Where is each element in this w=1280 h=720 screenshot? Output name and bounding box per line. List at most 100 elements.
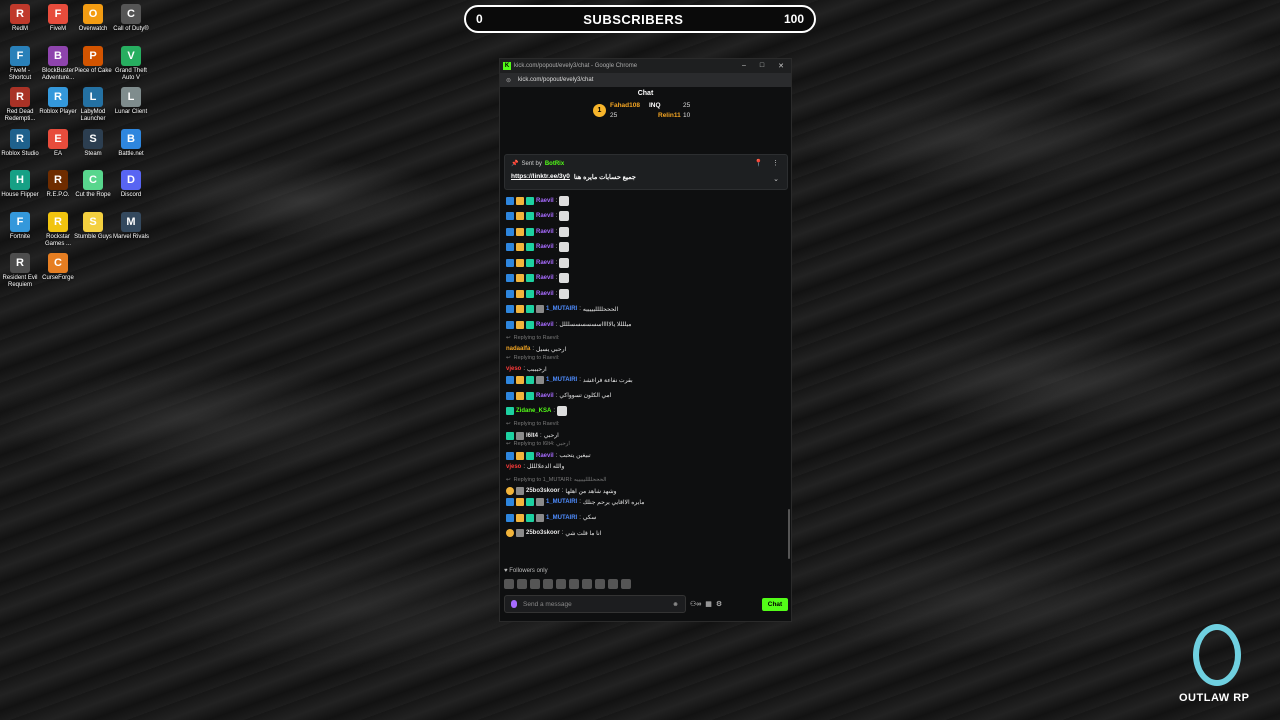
gifter-third-name[interactable]: Relin11 — [658, 112, 681, 119]
desktop-icon[interactable]: R Red Dead Redempti... — [0, 87, 40, 123]
emote[interactable] — [595, 579, 605, 589]
chat-message[interactable]: 1_MUTAIRI: سكي — [506, 512, 596, 523]
chat-username[interactable]: I6lt4 — [526, 433, 538, 439]
chat-username[interactable]: 1_MUTAIRI — [546, 515, 577, 521]
chat-username[interactable]: 1_MUTAIRI — [546, 499, 577, 505]
desktop-icon[interactable]: R R.E.P.O. — [38, 170, 78, 199]
chat-message[interactable]: Raevil: — [506, 257, 570, 268]
send-chat-button[interactable]: Chat — [762, 597, 788, 611]
reply-context[interactable]: ↩ Replying to Raevil: — [506, 421, 559, 427]
desktop-icon[interactable]: R Resident Evil Requiem — [0, 253, 40, 289]
emote[interactable] — [569, 579, 579, 589]
chat-message[interactable]: 1_MUTAIRI: بقرت نفاعة فراغشد — [506, 375, 633, 386]
desktop-icon[interactable]: F FiveM — [38, 4, 78, 33]
close-icon[interactable]: ✕ — [778, 62, 784, 70]
gifter-second-name[interactable]: INQ — [649, 102, 661, 109]
followers-icon[interactable]: ⚇∞ — [690, 600, 701, 608]
chevron-down-icon[interactable]: ⌄ — [773, 175, 779, 183]
chat-message[interactable]: Raevil: امي الكلون تسوواكي — [506, 390, 611, 401]
chat-message[interactable]: Raevil: — [506, 288, 570, 299]
chat-username[interactable]: Raevil — [536, 322, 554, 328]
desktop-icon[interactable]: L Lunar Client — [111, 87, 151, 116]
chat-message[interactable]: 1_MUTAIRI: الحححلللليييييه — [506, 304, 618, 315]
chat-username[interactable]: vjeso — [506, 464, 521, 470]
microphone-icon[interactable] — [511, 600, 517, 608]
chat-username[interactable]: 1_MUTAIRI — [546, 306, 577, 312]
gifter-first-name[interactable]: Fahad108 — [610, 102, 640, 109]
desktop-icon[interactable]: R Roblox Studio — [0, 128, 40, 158]
chat-emote[interactable] — [559, 226, 570, 237]
emote[interactable] — [530, 579, 540, 589]
emote[interactable] — [556, 579, 566, 589]
chat-username[interactable]: Raevil — [536, 198, 554, 204]
pinned-link[interactable]: https://linktr.ee/3y0 — [511, 173, 570, 181]
reply-context[interactable]: ↩ Replying to 1_MUTAIRI: الحححلللليييييه — [506, 477, 606, 483]
emote[interactable] — [608, 579, 618, 589]
chat-message[interactable]: Raevil: — [506, 195, 570, 206]
chat-emote[interactable] — [559, 257, 570, 268]
desktop-icon[interactable]: F FiveM - Shortcut — [0, 45, 40, 82]
desktop-icon[interactable]: B BlockBuster Adventure... — [38, 45, 78, 82]
chat-message[interactable]: Raevil: تبيغين يتحبب — [506, 450, 591, 461]
chat-message[interactable]: 25bo3skoor: انا ما قلت شي — [506, 528, 601, 539]
desktop-icon[interactable]: R Roblox Player — [38, 87, 78, 116]
emoji-icon[interactable]: ☻ — [672, 601, 679, 608]
chat-message[interactable]: nadaalfa: ارحبي يسيل — [506, 344, 566, 355]
chat-username[interactable]: Zidane_KSA — [516, 408, 551, 414]
chat-message[interactable]: Raevil: — [506, 211, 570, 222]
emote[interactable] — [621, 579, 631, 589]
site-info-icon[interactable]: ⊜ — [506, 77, 514, 84]
address-bar[interactable]: ⊜ kick.com/popout/evely3/chat — [500, 73, 791, 87]
desktop-icon[interactable]: V Grand Theft Auto V — [111, 45, 151, 82]
reply-context[interactable]: ↩ Replying to Raevil: — [506, 335, 559, 341]
chat-username[interactable]: 1_MUTAIRI — [546, 377, 577, 383]
chat-message[interactable]: vjeso: والله الدعلالللل — [506, 461, 564, 472]
chat-username[interactable]: vjeso — [506, 366, 521, 372]
pinned-sender[interactable]: BotRix — [545, 161, 564, 167]
chat-message[interactable]: I6lt4: ارحبي — [506, 430, 559, 441]
message-input[interactable]: Send a message ☻ — [504, 595, 686, 613]
chat-emote[interactable] — [557, 406, 568, 416]
chat-message[interactable]: Raevil: — [506, 226, 570, 237]
maximize-icon[interactable]: □ — [760, 62, 764, 70]
desktop-icon[interactable]: R Rockstar Games ... — [38, 211, 78, 248]
chat-emote[interactable] — [559, 242, 570, 252]
emote[interactable] — [582, 579, 592, 589]
chat-message[interactable]: Raevil: — [506, 273, 570, 284]
chat-username[interactable]: Raevil — [536, 393, 554, 399]
minimize-icon[interactable]: – — [742, 62, 746, 70]
desktop-icon[interactable]: R RedM — [0, 4, 40, 33]
chat-message[interactable]: Raevil: ميللللا يالاااااسسسسسسلللل — [506, 319, 631, 330]
chat-username[interactable]: nadaalfa — [506, 346, 530, 352]
desktop-icon[interactable]: C CurseForge — [38, 253, 78, 282]
window-titlebar[interactable]: K kick.com/popout/evely3/chat - Google C… — [500, 59, 791, 73]
desktop-icon[interactable]: C Call of Duty® — [111, 4, 151, 33]
desktop-icon[interactable]: P Piece of Cake — [73, 45, 113, 75]
emote[interactable] — [504, 579, 514, 589]
chat-username[interactable]: Raevil — [536, 275, 554, 281]
chat-emote[interactable] — [559, 288, 570, 299]
chat-emote[interactable] — [559, 211, 570, 221]
chat-emote[interactable] — [559, 195, 570, 206]
emote[interactable] — [543, 579, 553, 589]
desktop-icon[interactable]: S Steam — [73, 128, 113, 158]
reply-context[interactable]: ↩ Replying to Raevil: — [506, 355, 559, 361]
chat-username[interactable]: Raevil — [536, 229, 554, 235]
chat-username[interactable]: 25bo3skoor — [526, 530, 560, 536]
desktop-icon[interactable]: H House Flipper — [0, 170, 40, 199]
chat-message[interactable]: Raevil: — [506, 242, 570, 253]
desktop-icon[interactable]: F Fortnite — [0, 211, 40, 241]
chat-username[interactable]: Raevil — [536, 244, 554, 250]
chat-message[interactable]: 1_MUTAIRI: مايره الااقايي يرحم جنلك — [506, 497, 644, 508]
settings-gear-icon[interactable]: ⚙ — [716, 600, 722, 608]
desktop-icon[interactable]: E EA — [38, 128, 78, 158]
desktop-icon[interactable]: O Overwatch — [73, 4, 113, 33]
reply-context[interactable]: ↩ Replying to I6lt4: ارحبي — [506, 441, 570, 447]
more-options-icon[interactable]: ⋮ — [772, 159, 779, 167]
desktop-icon[interactable]: S Stumble Guys — [73, 211, 113, 241]
desktop-icon[interactable]: M Marvel Rivals — [111, 211, 151, 241]
chat-username[interactable]: 25bo3skoor — [526, 488, 560, 494]
unpin-icon[interactable]: 📍 — [754, 159, 763, 167]
desktop-icon[interactable]: C Cut the Rope — [73, 170, 113, 199]
emote[interactable] — [517, 579, 527, 589]
